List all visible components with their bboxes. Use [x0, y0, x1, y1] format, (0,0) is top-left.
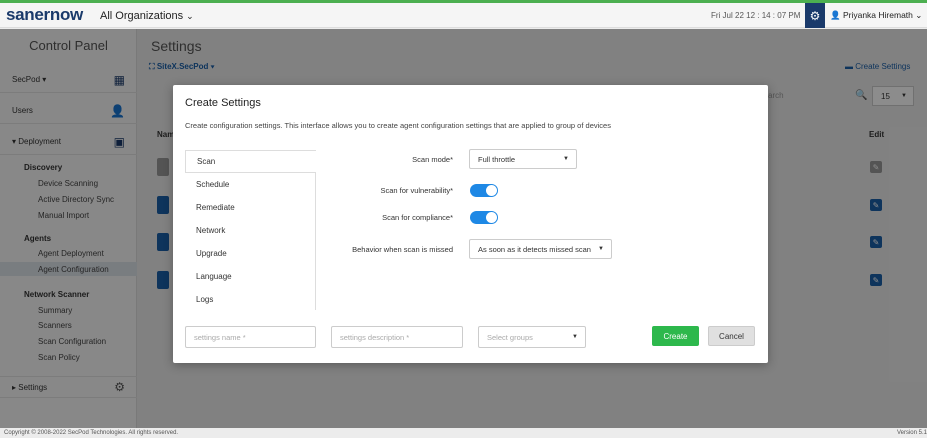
tab-remediate[interactable]: Remediate	[185, 196, 316, 219]
gear-icon[interactable]: ⚙	[805, 3, 825, 28]
chevron-down-icon: ⌄	[915, 10, 923, 20]
user-name: Priyanka Hiremath	[842, 10, 913, 20]
top-bar: sanernow All Organizations ⌄ Fri Jul 22 1…	[0, 3, 927, 28]
copyright: Copyright © 2008-2022 SecPod Technologie…	[4, 430, 179, 436]
create-button[interactable]: Create	[652, 326, 699, 346]
datetime: Fri Jul 22 12 : 14 : 07 PM	[711, 11, 801, 20]
tab-logs[interactable]: Logs	[185, 288, 316, 311]
vulnerability-toggle[interactable]	[470, 184, 498, 197]
caret-down-icon: ▼	[598, 246, 604, 252]
settings-tabs: Scan Schedule Remediate Network Upgrade …	[185, 150, 316, 310]
caret-down-icon: ▼	[572, 334, 578, 340]
tab-schedule[interactable]: Schedule	[185, 173, 316, 196]
toggle-knob	[486, 212, 497, 223]
tab-scan[interactable]: Scan	[185, 150, 316, 173]
logo[interactable]: sanernow	[6, 5, 83, 25]
select-groups-placeholder: Select groups	[487, 333, 533, 342]
compliance-label: Scan for compliance*	[382, 213, 453, 222]
user-icon: 👤	[830, 10, 841, 20]
logo-text-saner: saner	[6, 5, 50, 24]
chevron-down-icon: ⌄	[186, 11, 194, 21]
scan-mode-value: Full throttle	[478, 155, 516, 164]
version: Version 5.1	[896, 430, 927, 436]
vulnerability-label: Scan for vulnerability*	[380, 186, 453, 195]
footer: Copyright © 2008-2022 SecPod Technologie…	[0, 428, 927, 438]
org-selector[interactable]: All Organizations ⌄	[100, 10, 194, 22]
tab-upgrade[interactable]: Upgrade	[185, 242, 316, 265]
settings-name-input[interactable]: settings name *	[185, 326, 316, 348]
org-label: All Organizations	[100, 10, 184, 22]
tab-language[interactable]: Language	[185, 265, 316, 288]
scan-mode-select[interactable]: Full throttle ▼	[469, 149, 577, 169]
compliance-toggle[interactable]	[470, 211, 498, 224]
user-menu[interactable]: 👤 Priyanka Hiremath ⌄	[830, 10, 922, 21]
modal-title: Create Settings	[185, 97, 261, 109]
scan-mode-label: Scan mode*	[412, 155, 453, 164]
settings-description-input[interactable]: settings description *	[331, 326, 463, 348]
toggle-knob	[486, 185, 497, 196]
missed-scan-value: As soon as it detects missed scan	[478, 245, 591, 254]
cancel-button[interactable]: Cancel	[708, 326, 755, 346]
create-settings-modal: Create Settings Create configuration set…	[173, 85, 768, 363]
caret-down-icon: ▼	[563, 156, 569, 162]
tab-network[interactable]: Network	[185, 219, 316, 242]
select-groups-dropdown[interactable]: Select groups ▼	[478, 326, 586, 348]
missed-scan-select[interactable]: As soon as it detects missed scan ▼	[469, 239, 612, 259]
missed-scan-label: Behavior when scan is missed	[352, 245, 453, 254]
logo-text-now: now	[49, 5, 83, 24]
modal-description: Create configuration settings. This inte…	[185, 121, 611, 130]
